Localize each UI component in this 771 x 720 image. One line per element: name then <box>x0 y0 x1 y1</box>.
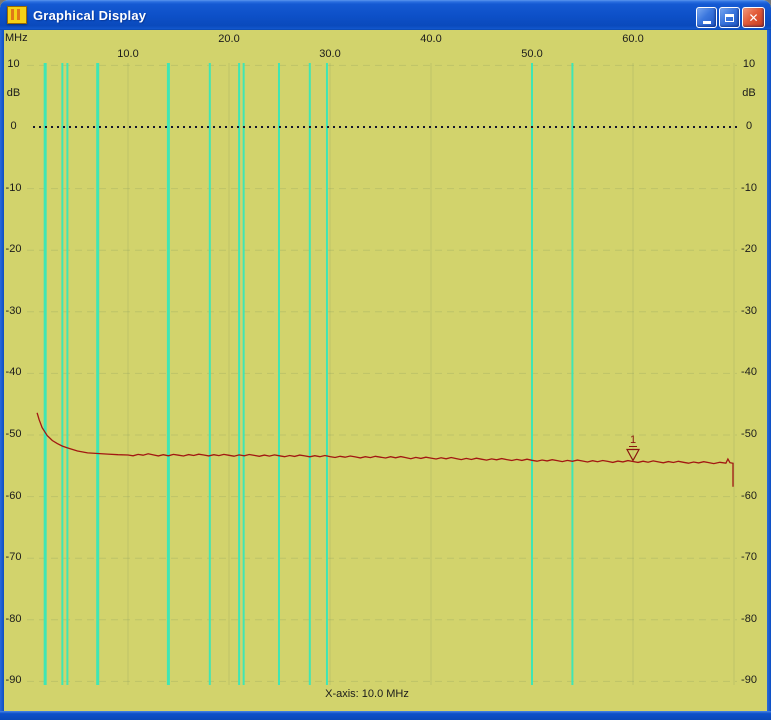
y-tick-label-left: -90 <box>5 674 22 687</box>
y-tick-label-left: -10 <box>5 181 22 194</box>
y-tick-label-left: -60 <box>5 489 22 502</box>
y-tick-label-left: -50 <box>5 428 22 440</box>
x-tick-label: 50.0 <box>521 48 543 60</box>
marker-1-label: 1 <box>628 434 638 448</box>
y-tick-label-right: 0 <box>745 120 753 132</box>
plot-area[interactable] <box>0 0 771 720</box>
y-axis-unit-label-right: dB <box>742 87 756 99</box>
x-tick-label: 60.0 <box>622 33 644 45</box>
y-tick-label-right: -50 <box>741 428 757 440</box>
x-tick-label: 30.0 <box>319 48 341 60</box>
y-tick-label-right: -70 <box>741 551 757 564</box>
y-axis-unit-label-left: dB <box>6 87 21 99</box>
y-tick-label-right: -20 <box>741 243 757 256</box>
graphical-display-window: Graphical Display ✕ MHz dB dB 10.0 20.0 30… <box>0 0 771 720</box>
x-axis-unit-label: MHz <box>5 32 28 44</box>
y-tick-label-left: -40 <box>5 366 22 379</box>
x-axis-scale-readout: X-axis: 10.0 MHz <box>325 688 409 700</box>
y-tick-label-right: -80 <box>741 612 757 625</box>
y-tick-label-right: -10 <box>741 181 757 194</box>
y-tick-label-right: -90 <box>741 674 757 687</box>
y-tick-label-left: -70 <box>5 551 22 564</box>
y-tick-label-left: 10 <box>7 58 20 71</box>
x-tick-label: 40.0 <box>420 33 442 45</box>
y-tick-label-right: -40 <box>741 366 757 379</box>
y-tick-label-left: 0 <box>10 120 17 132</box>
x-tick-label: 20.0 <box>218 33 240 45</box>
x-tick-label: 10.0 <box>117 48 139 60</box>
y-tick-label-right: -60 <box>741 489 757 502</box>
y-tick-label-left: -80 <box>5 612 22 625</box>
y-tick-label-right: -30 <box>741 304 757 317</box>
y-tick-label-right: 10 <box>742 58 756 71</box>
y-tick-label-left: -30 <box>5 304 22 317</box>
y-tick-label-left: -20 <box>5 243 22 256</box>
